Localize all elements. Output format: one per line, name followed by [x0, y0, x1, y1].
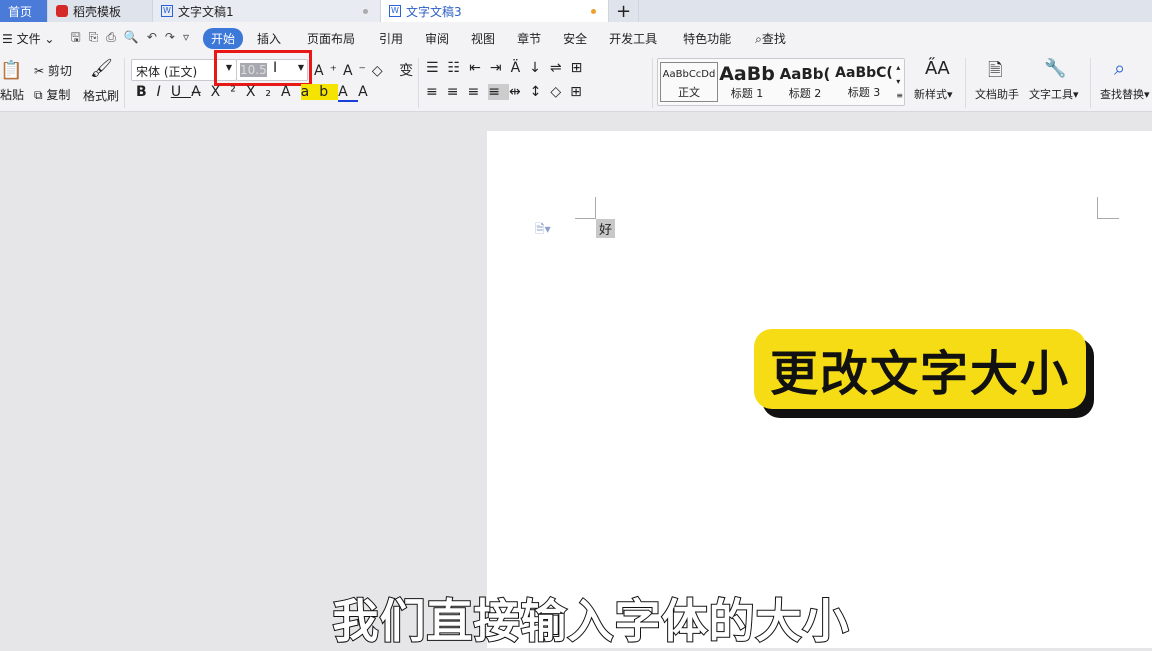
- tab-home[interactable]: 首页: [0, 0, 48, 22]
- copy-button[interactable]: ⧉ 复制: [34, 86, 70, 103]
- style-gallery: AaBbCcDd 正文 AaBb 标题 1 AaBb( 标题 2 AaBbC( 标题 3…: [657, 58, 905, 106]
- search-icon: ⌕: [755, 31, 762, 46]
- font-format-buttons[interactable]: BIUA̶X²X₂AabAA: [136, 84, 378, 102]
- divider: [418, 58, 419, 108]
- file-label: 文件: [16, 31, 41, 46]
- doc-helper-button[interactable]: 文档助手: [975, 86, 1019, 102]
- margin-mark: [1097, 218, 1119, 219]
- divider: [124, 58, 125, 108]
- tab-label: 文字文稿3: [406, 4, 462, 19]
- tab-label: 首页: [8, 4, 33, 19]
- menu-bar: ☰ 文件 ⌄ 🖫⎘⎙🔍↶↷▿ 开始 插入 页面布局 引用 审阅 视图 章节 安全…: [0, 22, 1152, 54]
- text-tools-label: 文字工具: [1029, 88, 1073, 101]
- style-heading-2[interactable]: AaBb( 标题 2: [776, 65, 834, 101]
- docer-icon: [56, 5, 68, 17]
- font-size-tools[interactable]: A⁺A⁻◇ 变: [314, 60, 419, 80]
- tab-document-1[interactable]: W 文字文稿1: [153, 0, 381, 22]
- style-preview: AaBbCcDd: [662, 69, 716, 80]
- paste-button[interactable]: 粘贴: [0, 86, 24, 103]
- font-name-value: 宋体 (正文): [136, 65, 198, 79]
- tab-features[interactable]: 特色功能: [683, 30, 731, 47]
- tab-label: 稻壳模板: [73, 4, 122, 19]
- format-painter-button[interactable]: 格式刷: [83, 87, 119, 104]
- style-heading-1[interactable]: AaBb 标题 1: [718, 63, 776, 101]
- saved-dot-icon: [363, 8, 368, 14]
- tab-document-3[interactable]: W 文字文稿3: [381, 0, 609, 22]
- new-tab-button[interactable]: +: [609, 0, 639, 22]
- style-preview: AaBb(: [779, 65, 831, 83]
- format-painter-icon: 🖌: [90, 58, 113, 79]
- tab-references[interactable]: 引用: [379, 30, 403, 47]
- tab-bar: 首页 稻壳模板 W 文字文稿1 W 文字文稿3 +: [0, 0, 1152, 22]
- style-label: 标题 3: [847, 86, 881, 99]
- paste-icon[interactable]: 📋: [0, 60, 22, 81]
- file-menu[interactable]: ☰ 文件 ⌄: [2, 30, 54, 47]
- tab-insert[interactable]: 插入: [257, 30, 281, 47]
- writer-icon: W: [161, 5, 173, 17]
- ribbon: 📋 粘贴 ✂ 剪切 ⧉ 复制 🖌 格式刷 宋体 (正文) ▼ 10.5 I ▼ A⁺A…: [0, 50, 1152, 112]
- subtitle: 我们直接输入字体的大小: [332, 593, 850, 649]
- tab-security[interactable]: 安全: [563, 30, 587, 47]
- cut-label: 剪切: [47, 64, 72, 78]
- caption-badge: 更改文字大小: [754, 329, 1086, 409]
- style-heading-3[interactable]: AaBbC( 标题 3: [834, 65, 894, 100]
- selected-text[interactable]: 好: [596, 219, 616, 238]
- unsaved-dot-icon: [591, 8, 596, 14]
- search-label: 查找: [761, 31, 786, 46]
- wrench-icon: 🔧: [1044, 58, 1067, 79]
- search-menu[interactable]: ⌕查找: [755, 30, 786, 47]
- find-replace-label: 查找替换: [1100, 88, 1144, 101]
- margin-mark: [1097, 197, 1098, 219]
- copy-label: 复制: [46, 88, 71, 102]
- divider: [652, 58, 653, 108]
- tab-developer[interactable]: 开发工具: [609, 30, 657, 47]
- highlight-box: [214, 50, 312, 86]
- new-style-button[interactable]: 新样式▾: [914, 86, 953, 102]
- style-label: 标题 1: [730, 87, 764, 100]
- find-icon: ⌕: [1114, 56, 1126, 80]
- style-label: 标题 2: [788, 87, 822, 100]
- tab-home-ribbon[interactable]: 开始: [202, 27, 243, 49]
- margin-mark: [595, 197, 596, 219]
- style-preview: AaBbC(: [835, 65, 893, 81]
- find-replace-button[interactable]: 查找替换▾: [1100, 86, 1150, 102]
- new-style-icon: A̋A: [925, 58, 950, 79]
- style-normal[interactable]: AaBbCcDd 正文: [660, 62, 718, 102]
- new-style-label: 新样式: [914, 88, 947, 101]
- paragraph-options-icon[interactable]: 🗎▾: [535, 220, 551, 241]
- tab-review[interactable]: 审阅: [425, 30, 449, 47]
- divider: [965, 58, 966, 108]
- divider: [1090, 58, 1091, 108]
- tab-label: 文字文稿1: [178, 4, 234, 19]
- text-tools-button[interactable]: 文字工具▾: [1029, 86, 1079, 102]
- tab-page-layout[interactable]: 页面布局: [307, 30, 355, 47]
- style-preview: AaBb: [719, 63, 775, 85]
- cut-button[interactable]: ✂ 剪切: [34, 62, 72, 79]
- doc-helper-icon: 🗎: [988, 60, 1003, 81]
- tab-section[interactable]: 章节: [517, 30, 541, 47]
- paragraph-tools-row1[interactable]: ☰☷⇤⇥Ä↓⇌⊞: [426, 60, 591, 76]
- paragraph-tools-row2[interactable]: ≡≡≡≡⇹↕◇⊞: [426, 84, 591, 100]
- tab-view[interactable]: 视图: [471, 30, 495, 47]
- plus-icon: +: [615, 0, 632, 22]
- writer-icon: W: [389, 5, 401, 17]
- gallery-scroll[interactable]: ▴ ▾ ≡: [896, 61, 903, 103]
- quick-access-toolbar[interactable]: 🖫⎘⎙🔍↶↷▿: [70, 28, 197, 49]
- margin-mark: [575, 218, 596, 219]
- style-label: 正文: [678, 86, 700, 99]
- tab-docer-templates[interactable]: 稻壳模板: [48, 0, 153, 22]
